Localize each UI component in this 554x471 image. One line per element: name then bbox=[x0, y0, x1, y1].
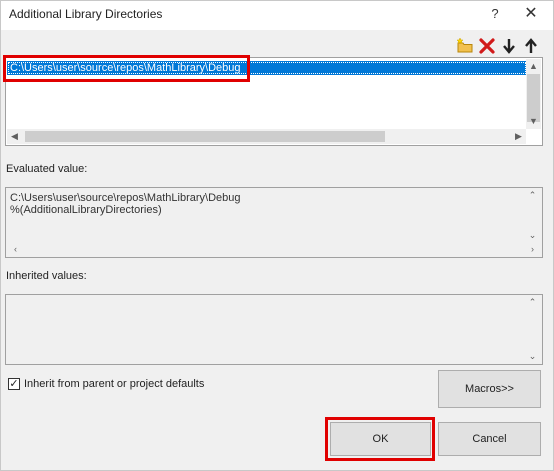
inherited-values-label: Inherited values: bbox=[6, 270, 87, 282]
horizontal-scroll-thumb[interactable] bbox=[25, 131, 385, 142]
window-title: Additional Library Directories bbox=[9, 7, 163, 21]
scroll-left-icon[interactable]: ◀ bbox=[7, 129, 22, 144]
move-up-icon bbox=[525, 38, 537, 53]
scroll-right-icon[interactable]: ▶ bbox=[511, 129, 526, 144]
delete-icon bbox=[479, 38, 495, 54]
scroll-down-icon[interactable]: ⌄ bbox=[525, 228, 540, 243]
inherit-checkbox[interactable]: ✓ bbox=[8, 378, 20, 390]
new-line-button[interactable] bbox=[455, 36, 475, 56]
list-item-text[interactable]: C:\Users\user\source\repos\MathLibrary\D… bbox=[10, 62, 240, 74]
evaluated-line: C:\Users\user\source\repos\MathLibrary\D… bbox=[10, 192, 241, 204]
scroll-down-icon[interactable]: ▼ bbox=[526, 114, 541, 129]
inherit-checkbox-label[interactable]: Inherit from parent or project defaults bbox=[24, 378, 204, 390]
macros-button[interactable]: Macros>> bbox=[438, 370, 541, 408]
move-down-button[interactable] bbox=[499, 36, 519, 56]
horizontal-scrollbar[interactable]: ◀ ▶ bbox=[7, 129, 526, 144]
delete-line-button[interactable] bbox=[477, 36, 497, 56]
scroll-left-icon[interactable]: ‹ bbox=[8, 242, 23, 257]
scroll-down-icon[interactable]: ⌄ bbox=[525, 349, 540, 364]
evaluated-value-box: C:\Users\user\source\repos\MathLibrary\D… bbox=[5, 187, 543, 258]
ok-button[interactable]: OK bbox=[330, 422, 431, 456]
vertical-scrollbar[interactable]: ▲ ▼ bbox=[526, 59, 541, 129]
evaluated-line: %(AdditionalLibraryDirectories) bbox=[10, 204, 162, 216]
scroll-up-icon[interactable]: ⌃ bbox=[525, 188, 540, 203]
directory-list[interactable]: C:\Users\user\source\repos\MathLibrary\D… bbox=[5, 57, 543, 146]
scroll-right-icon[interactable]: › bbox=[525, 242, 540, 257]
inherited-values-box: ⌃ ⌄ bbox=[5, 294, 543, 365]
evaluated-value-label: Evaluated value: bbox=[6, 163, 88, 175]
cancel-button[interactable]: Cancel bbox=[438, 422, 541, 456]
scroll-up-icon[interactable]: ▲ bbox=[526, 59, 541, 74]
title-bar: Additional Library Directories ? ✕ bbox=[1, 1, 553, 30]
list-item[interactable]: C:\Users\user\source\repos\MathLibrary\D… bbox=[7, 61, 527, 75]
scroll-up-icon[interactable]: ⌃ bbox=[525, 295, 540, 310]
move-up-button[interactable] bbox=[521, 36, 541, 56]
new-folder-icon bbox=[456, 37, 473, 53]
move-down-icon bbox=[503, 39, 515, 54]
help-button[interactable]: ? bbox=[485, 4, 505, 24]
close-button[interactable]: ✕ bbox=[521, 4, 541, 24]
dialog-window: Additional Library Directories ? ✕ C:\Us… bbox=[0, 0, 554, 471]
